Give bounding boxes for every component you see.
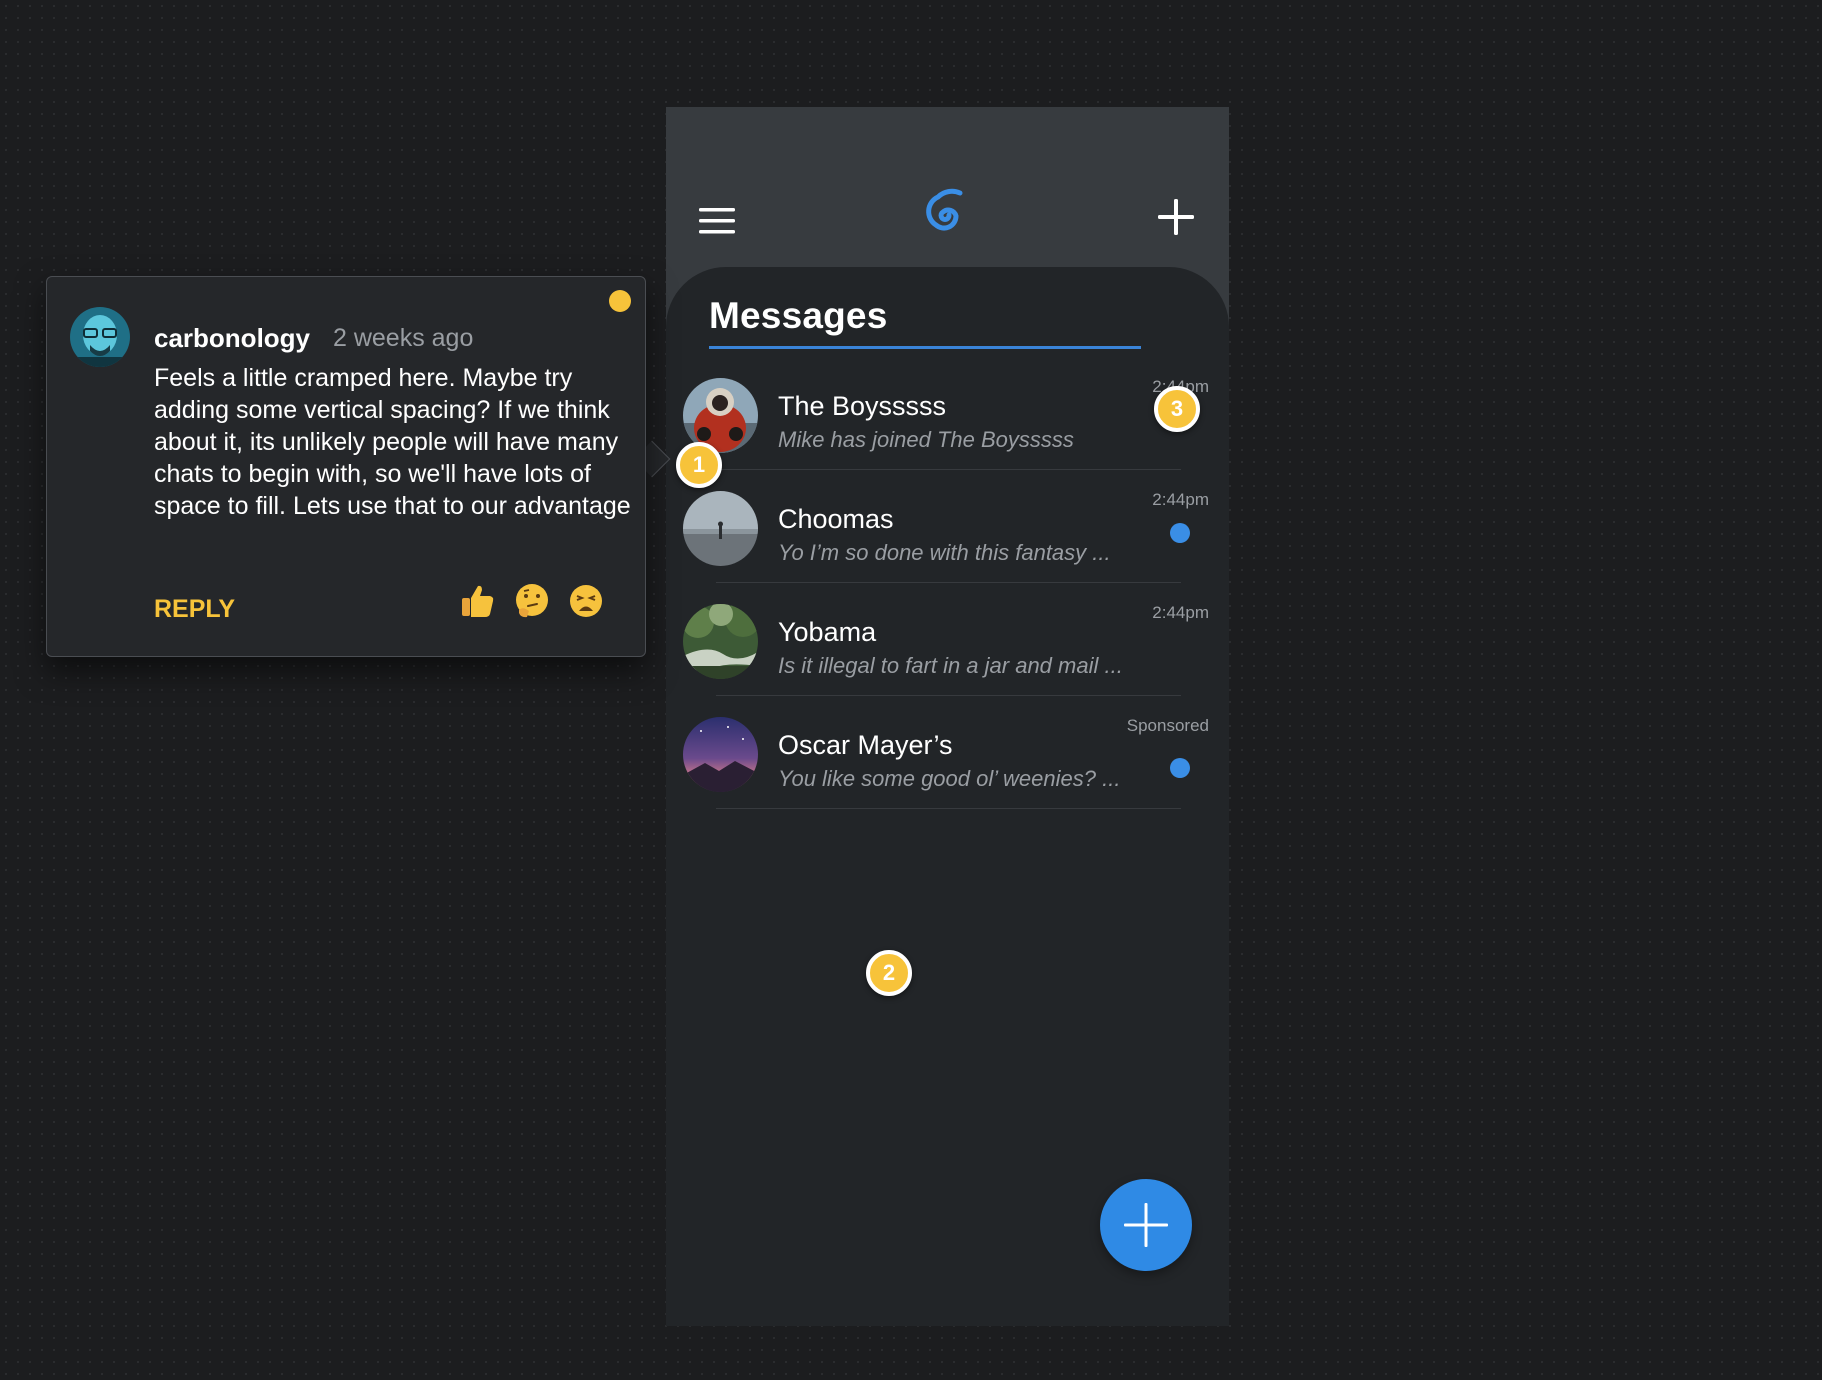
chat-preview: Is it illegal to fart in a jar and mail …	[778, 653, 1123, 678]
messages-sheet: Messages The Boysssss Mike has joined Th…	[666, 267, 1229, 1326]
annotation-pin-3[interactable]: 3	[1154, 386, 1200, 432]
app-logo	[916, 185, 978, 247]
comment-body: Feels a little cramped here. Maybe try a…	[154, 364, 631, 520]
row-divider	[716, 469, 1181, 470]
title-underline	[709, 346, 1141, 349]
weary-face-icon	[570, 585, 602, 617]
plus-icon	[1124, 1203, 1168, 1247]
hamburger-icon	[699, 208, 735, 234]
thumbs-up-icon	[462, 585, 494, 617]
plus-icon	[1158, 199, 1194, 235]
design-canvas: Messages The Boysssss Mike has joined Th…	[0, 0, 1822, 1380]
avatar	[683, 717, 758, 792]
avatar	[683, 604, 758, 679]
chat-name: Yobama	[778, 617, 877, 647]
chat-row-oscar-mayers[interactable]: Oscar Mayer’s You like some good ol’ wee…	[666, 716, 1229, 829]
chat-row-the-boysssss[interactable]: The Boysssss Mike has joined The Boyssss…	[666, 377, 1229, 490]
chat-name: The Boysssss	[778, 391, 947, 421]
reply-button[interactable]: REPLY	[154, 595, 235, 624]
chat-preview: You like some good ol’ weenies? ...	[778, 766, 1121, 791]
spiral-logo-icon	[926, 188, 963, 231]
new-chat-button[interactable]	[1154, 195, 1198, 239]
unread-indicator	[1170, 758, 1190, 778]
annotation-pin-2[interactable]: 2	[866, 950, 912, 996]
page-title: Messages	[709, 295, 888, 336]
chat-preview: Mike has joined The Boysssss	[778, 427, 1074, 452]
menu-button[interactable]	[696, 200, 738, 242]
chat-time: 2:44pm	[1152, 603, 1209, 622]
sponsored-label: Sponsored	[1126, 716, 1209, 735]
row-divider	[716, 808, 1181, 809]
comment-timestamp: 2 weeks ago	[333, 324, 474, 352]
comment-status-dot	[609, 290, 631, 312]
comment-author: carbonology	[154, 323, 311, 353]
thinking-face-icon	[516, 584, 548, 618]
chat-row-choomas[interactable]: Choomas Yo I’m so done with this fantasy…	[666, 490, 1229, 603]
thumbs-up-reaction[interactable]	[458, 582, 496, 620]
row-divider	[716, 582, 1181, 583]
phone-frame: Messages The Boysssss Mike has joined Th…	[666, 107, 1229, 1326]
chat-time: 2:44pm	[1152, 490, 1209, 509]
comment-popover: carbonology 2 weeks ago Feels a little c…	[46, 276, 646, 657]
chat-row-yobama[interactable]: Yobama Is it illegal to fart in a jar an…	[666, 603, 1229, 716]
row-divider	[716, 695, 1181, 696]
avatar	[683, 491, 758, 566]
compose-fab[interactable]	[1100, 1179, 1192, 1271]
chat-name: Oscar Mayer’s	[778, 730, 953, 760]
thinking-face-reaction[interactable]	[513, 582, 551, 620]
chat-name: Choomas	[778, 504, 894, 534]
commenter-avatar	[70, 307, 130, 367]
unread-indicator	[1170, 523, 1190, 543]
chat-preview: Yo I’m so done with this fantasy ...	[778, 540, 1111, 565]
weary-face-reaction[interactable]	[567, 582, 605, 620]
annotation-pin-1[interactable]: 1	[676, 442, 722, 488]
